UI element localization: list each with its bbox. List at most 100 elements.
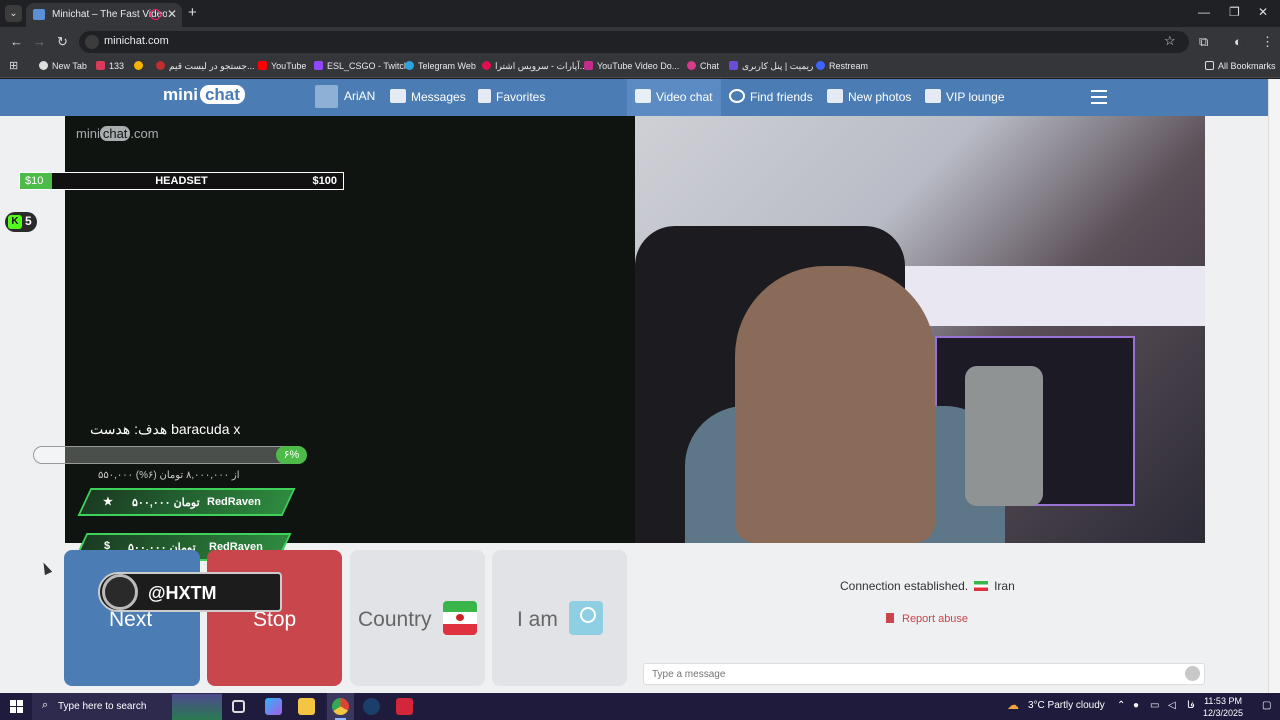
bookmark-chat[interactable]: Chat <box>687 61 719 71</box>
video-phone <box>965 366 1043 506</box>
bookmark-icon <box>478 89 491 103</box>
nav-find-friends[interactable]: Find friends <box>729 89 813 104</box>
report-abuse-link[interactable]: Report abuse <box>886 613 968 625</box>
site-header: mini chat AriAN Messages Favorites Video … <box>0 79 1268 116</box>
extensions-puzzle-icon[interactable]: ⧉ <box>1199 34 1208 50</box>
chat-message-input[interactable] <box>643 663 1205 685</box>
bookmark-remit[interactable]: ریمیت | پنل کاربری <box>729 61 813 72</box>
kick-logo-icon: K <box>8 215 22 229</box>
magnifier-icon <box>729 89 745 103</box>
twitch-icon <box>314 61 323 70</box>
bookmark-price-search[interactable]: جستجو در لیست قیم... <box>156 61 254 72</box>
nav-new-photos[interactable]: New photos <box>827 89 911 104</box>
next-button[interactable]: Next <box>64 550 200 686</box>
network-icon[interactable]: ▭ <box>1150 700 1159 711</box>
steam-icon[interactable] <box>363 698 380 715</box>
address-bar[interactable]: minichat.com <box>79 31 1189 53</box>
mouse-pointer-icon <box>39 560 53 576</box>
telegram-icon <box>405 61 414 70</box>
browser-tab-minichat[interactable]: Minichat – The Fast Video C ✕ <box>26 3 182 27</box>
nav-user[interactable]: AriAN <box>344 89 375 103</box>
profile-avatar-icon[interactable]: ◐ <box>1234 34 1242 49</box>
restream-icon <box>816 61 825 70</box>
iam-label: I am <box>517 608 558 631</box>
bookmark-133-icon <box>96 61 105 70</box>
weather-text[interactable]: 3°C Partly cloudy <box>1028 700 1105 711</box>
country-filter-button[interactable]: Country <box>350 550 485 686</box>
notifications-icon[interactable]: ▢ <box>1262 700 1271 711</box>
self-video <box>635 116 1205 543</box>
browser-tab-strip: ⌄ Minichat – The Fast Video C ✕ + — ❐ ✕ <box>0 0 1280 27</box>
nav-video-chat[interactable]: Video chat <box>635 89 713 104</box>
tab-close-icon[interactable]: ✕ <box>167 7 177 21</box>
report-flag-icon <box>886 613 894 623</box>
kick-viewers-badge: K 5 <box>5 212 37 232</box>
windows-taskbar: ⌕ Type here to search ☁ 3°C Partly cloud… <box>0 693 1280 720</box>
goal-target-amount: $100 <box>312 175 337 187</box>
bookmark-esl-csgo[interactable]: ESL_CSGO - Twitch <box>314 61 409 71</box>
video-person <box>735 266 935 543</box>
bookmark-aparat[interactable]: آپارات - سرویس اشترا... <box>482 61 587 72</box>
weather-icon: ☁ <box>1007 698 1019 712</box>
downloader-icon <box>584 61 593 70</box>
chrome-menu-icon[interactable]: ⋮ <box>1261 34 1274 50</box>
site-info-icon[interactable] <box>85 35 99 49</box>
video-shelf <box>885 266 1205 326</box>
apps-grid-icon[interactable]: ⊞ <box>9 59 18 72</box>
tab-search-chevron-icon[interactable]: ⌄ <box>5 5 22 22</box>
stop-button[interactable]: Stop <box>207 550 342 686</box>
windows-start-icon[interactable] <box>10 700 23 713</box>
microphone-icon[interactable]: ● <box>1133 700 1139 711</box>
headset-goal-bar: $10 HEADSET $100 <box>19 172 344 190</box>
window-close-icon[interactable]: ✕ <box>1258 5 1268 19</box>
bookmark-133[interactable]: 133 <box>96 61 124 71</box>
bookmark-restream[interactable]: Restream <box>816 61 868 71</box>
nav-favorites[interactable]: Favorites <box>478 89 545 104</box>
all-bookmarks[interactable]: All Bookmarks <box>1205 61 1276 71</box>
donation-percent: ۶% <box>276 446 307 464</box>
iran-flag-small-icon <box>974 581 989 591</box>
user-silhouette-icon <box>569 601 603 635</box>
bookmark-unnamed[interactable] <box>134 61 147 71</box>
volume-icon[interactable]: ◁ <box>1168 700 1176 711</box>
donation-alert-1-amount: ۵۰۰,۰۰۰ تومان <box>132 497 200 509</box>
donation-progress-track <box>33 446 303 464</box>
minichat-page: mini chat AriAN Messages Favorites Video … <box>0 79 1280 693</box>
recording-indicator-icon <box>150 9 161 20</box>
goal-label: HEADSET <box>155 175 208 187</box>
tray-chevron-icon[interactable]: ⌃ <box>1117 700 1125 711</box>
forward-arrow-icon[interactable]: → <box>33 34 46 49</box>
emoji-icon[interactable] <box>1185 666 1200 681</box>
hamburger-menu-icon[interactable] <box>1091 90 1107 104</box>
task-view-icon[interactable] <box>232 700 245 713</box>
crown-icon <box>925 89 941 103</box>
system-clock[interactable]: 11:53 PM 12/3/2025 <box>1203 695 1243 719</box>
bookmark-coin-icon <box>134 61 143 70</box>
user-avatar[interactable] <box>315 85 338 108</box>
restore-icon[interactable]: ❐ <box>1229 5 1240 19</box>
language-indicator[interactable]: فا <box>1187 700 1195 711</box>
remit-icon <box>729 61 738 70</box>
page-scrollbar[interactable] <box>1268 79 1280 693</box>
url-text: minichat.com <box>104 35 169 47</box>
new-tab-plus-icon[interactable]: + <box>188 4 197 21</box>
bookmark-youtube[interactable]: YouTube <box>258 61 306 71</box>
kick-viewer-count: 5 <box>25 214 32 228</box>
reload-icon[interactable]: ↻ <box>57 34 68 50</box>
nav-messages[interactable]: Messages <box>390 89 466 104</box>
nav-vip-lounge[interactable]: VIP lounge <box>925 89 1005 104</box>
back-arrow-icon[interactable]: ← <box>10 34 23 49</box>
minichat-logo[interactable]: mini chat <box>163 85 245 109</box>
bookmark-yt-downloader[interactable]: YouTube Video Do... <box>584 61 679 71</box>
bookmark-star-icon[interactable]: ☆ <box>1164 33 1176 49</box>
globe-icon <box>39 61 48 70</box>
minimize-icon[interactable]: — <box>1198 5 1210 19</box>
search-highlight-image <box>172 694 222 720</box>
obs-app-icon[interactable] <box>396 698 413 715</box>
gender-filter-button[interactable]: I am <box>492 550 627 686</box>
bookmark-telegram[interactable]: Telegram Web <box>405 61 476 71</box>
chrome-icon <box>332 698 349 715</box>
copilot-icon[interactable] <box>265 698 282 715</box>
bookmark-new-tab[interactable]: New Tab <box>39 61 87 71</box>
file-explorer-icon[interactable] <box>298 698 315 715</box>
